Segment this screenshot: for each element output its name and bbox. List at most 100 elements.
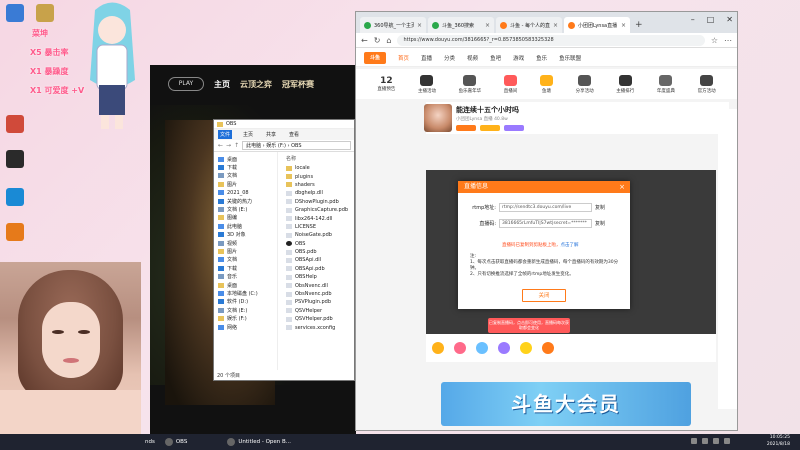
file-row[interactable]: QSVHelper.pdb [282, 315, 354, 323]
sidebar-item[interactable]: 文档 (E:) [214, 205, 277, 213]
sidebar-item[interactable]: 文档 [214, 172, 277, 180]
gift-icon[interactable] [454, 342, 466, 354]
sidebar-item[interactable]: 2021_08 [214, 189, 277, 197]
tray-icon[interactable] [702, 438, 708, 444]
close-icon[interactable]: × [553, 22, 558, 29]
gift-icon[interactable] [520, 342, 532, 354]
streamer-avatar[interactable] [424, 104, 452, 132]
site-nav-item[interactable]: 鱼乐联盟 [559, 54, 581, 62]
close-icon[interactable]: × [621, 22, 626, 29]
file-row[interactable]: DShowPlugin.pdb [282, 198, 354, 206]
sidebar-item[interactable]: 文档 [214, 256, 277, 264]
sidebar-item[interactable]: 下载 [214, 264, 277, 272]
new-tab-button[interactable]: + [635, 20, 643, 30]
file-row[interactable]: QSVHelper [282, 307, 354, 315]
back-arrow-icon[interactable]: ← [218, 142, 223, 149]
file-row[interactable]: LICENSE [282, 223, 354, 231]
desktop-icon-4[interactable] [4, 150, 26, 168]
url-bar[interactable]: https://www.douyu.com/3816665?_r=0.85738… [397, 34, 705, 46]
category-item[interactable]: 官方活动 [698, 74, 716, 94]
sidebar-item[interactable]: 图片 [214, 247, 277, 255]
back-icon[interactable]: ← [361, 36, 368, 45]
sidebar-item[interactable]: 本地磁盘 (C:) [214, 289, 277, 297]
ribbon-tab-file[interactable]: 文件 [218, 130, 233, 139]
game-nav-home[interactable]: 主页 [214, 79, 230, 90]
sidebar-item[interactable]: 图片 [214, 180, 277, 188]
sidebar-item[interactable]: 下载 [214, 163, 277, 171]
file-row[interactable]: NoiseGate.pdb [282, 231, 354, 239]
file-row[interactable]: OBS.pdb [282, 248, 354, 256]
site-nav-item[interactable]: 鱼乐 [536, 54, 547, 62]
file-row[interactable]: OBSApi.pdb [282, 265, 354, 273]
taskbar-item-openb[interactable]: Untitled - Open B... [222, 434, 296, 450]
file-row[interactable]: PSVPlugin.pdb [282, 298, 354, 306]
category-item[interactable]: 主播活动 [418, 74, 436, 94]
gift-icon[interactable] [542, 342, 554, 354]
code-field[interactable]: 3816665rLmfuTI|S7wt|secret=******* [499, 219, 592, 228]
file-row[interactable]: shaders [282, 181, 354, 189]
play-button[interactable]: PLAY [168, 77, 204, 91]
desktop-icon-3[interactable] [4, 115, 26, 133]
minimize-icon[interactable]: – [691, 15, 695, 24]
desktop-icon-2[interactable] [34, 4, 56, 22]
promo-banner[interactable]: 斗鱼大会员 [441, 382, 691, 426]
browser-tab[interactable]: 斗鱼_360搜索 × [428, 17, 494, 33]
close-icon[interactable]: × [485, 22, 490, 29]
category-item[interactable]: 12 直播预告 [377, 76, 395, 92]
gift-icon[interactable] [498, 342, 510, 354]
gift-icon[interactable] [432, 342, 444, 354]
file-row[interactable]: libx264-142.dll [282, 214, 354, 222]
explorer-address-bar[interactable]: 此电脑 › 娱乐 (F:) › OBS [242, 141, 351, 150]
browser-tab[interactable]: 斗鱼 - 每个人的直播× [496, 17, 562, 33]
maximize-icon[interactable]: □ [707, 15, 715, 24]
up-arrow-icon[interactable]: ↑ [234, 142, 239, 149]
category-item[interactable]: 年度盛典 [657, 74, 675, 94]
file-row[interactable]: OBS [282, 240, 354, 248]
browser-tab-active[interactable]: 小团团Lynsa直播 × [564, 17, 630, 33]
game-nav-tft[interactable]: 云顶之弈 [240, 79, 272, 90]
close-window-icon[interactable]: ✕ [726, 15, 733, 24]
file-row[interactable]: locale [282, 164, 354, 172]
site-nav-item[interactable]: 视频 [467, 54, 478, 62]
refresh-icon[interactable]: ↻ [374, 36, 381, 45]
sidebar-item[interactable]: 音乐 [214, 272, 277, 280]
sidebar-item[interactable]: 桌面 [214, 155, 277, 163]
site-nav-item[interactable]: 首页 [398, 54, 409, 62]
sidebar-item[interactable]: 3D 对象 [214, 231, 277, 239]
forward-arrow-icon[interactable]: → [226, 142, 231, 149]
network-icon[interactable] [724, 438, 730, 444]
copy-code-button[interactable]: 复制 [595, 220, 605, 227]
sidebar-item[interactable]: 此电脑 [214, 222, 277, 230]
desktop-icon-1[interactable] [4, 4, 26, 22]
sidebar-item[interactable]: 网络 [214, 323, 277, 331]
taskbar-item-obs[interactable]: OBS [160, 434, 193, 450]
sidebar-item[interactable]: 视频 [214, 239, 277, 247]
file-row[interactable]: GraphicsCapture.pdb [282, 206, 354, 214]
browser-tab[interactable]: 360导航_一个主页 × [360, 17, 426, 33]
taskbar-clock[interactable]: 10:05:25 2021/8/18 [767, 435, 790, 448]
sidebar-item[interactable]: 软件 (D:) [214, 298, 277, 306]
close-icon[interactable]: × [619, 181, 625, 193]
close-dialog-button[interactable]: 关闭 [522, 289, 566, 302]
column-header-name[interactable]: 名称 [282, 155, 354, 164]
star-icon[interactable]: ☆ [711, 36, 718, 45]
file-row[interactable]: OBSHelp [282, 273, 354, 281]
ribbon-tab-share[interactable]: 共享 [264, 130, 278, 139]
tray-icon[interactable] [691, 438, 697, 444]
file-row[interactable]: ObsNvenc.dll [282, 281, 354, 289]
site-nav-item[interactable]: 直播 [421, 54, 432, 62]
category-item[interactable]: 主播排行 [616, 74, 634, 94]
file-row[interactable]: dbghelp.dll [282, 189, 354, 197]
sidebar-item[interactable]: 文档 (E:) [214, 306, 277, 314]
sidebar-item[interactable]: 关键的热力 [214, 197, 277, 205]
category-item[interactable]: 直播间 [504, 74, 517, 94]
game-nav-cup[interactable]: 冠军杯赛 [282, 79, 314, 90]
menu-icon[interactable]: ⋯ [724, 36, 732, 45]
copy-rtmp-button[interactable]: 复制 [595, 204, 605, 211]
file-row[interactable]: ObsNvenc.pdb [282, 290, 354, 298]
site-nav-item[interactable]: 分类 [444, 54, 455, 62]
file-row[interactable]: plugins [282, 172, 354, 180]
ribbon-tab-view[interactable]: 查看 [287, 130, 301, 139]
file-row[interactable]: OBSApi.dll [282, 256, 354, 264]
sidebar-item[interactable]: 娱乐 (F:) [214, 314, 277, 322]
